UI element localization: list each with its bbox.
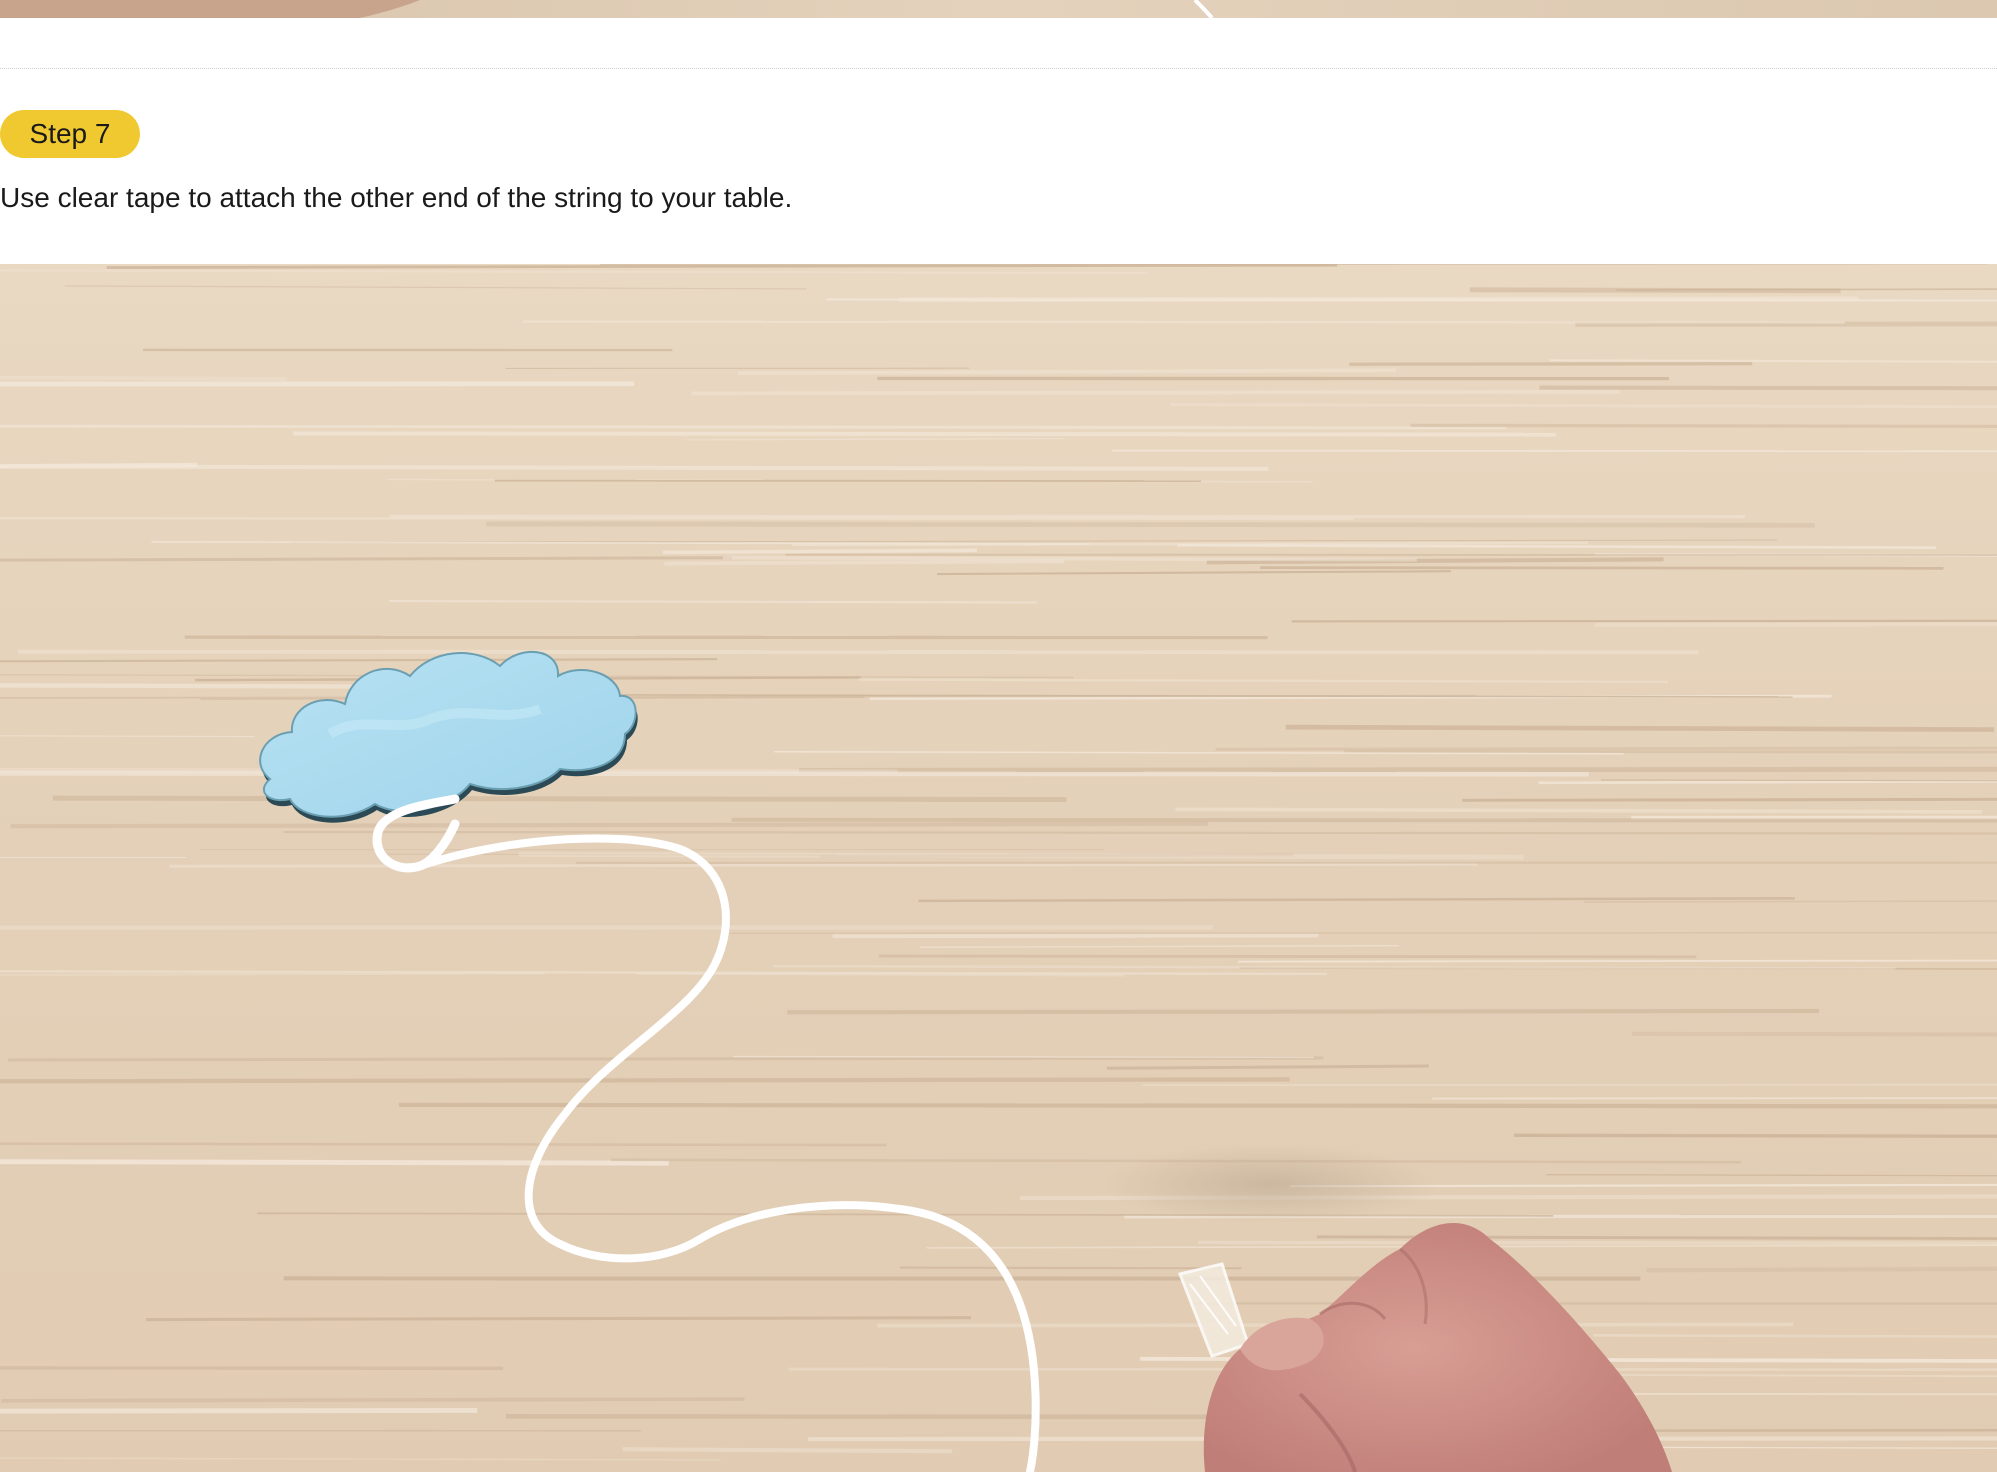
article-page: Step 7 Use clear tape to attach the othe…: [0, 0, 1997, 1472]
step-number-badge: Step 7: [0, 110, 140, 158]
previous-step-photo: [0, 0, 1997, 18]
step-instruction-text: Use clear tape to attach the other end o…: [0, 182, 793, 213]
step-photo: [0, 264, 1997, 1472]
section-divider: [0, 68, 1997, 69]
